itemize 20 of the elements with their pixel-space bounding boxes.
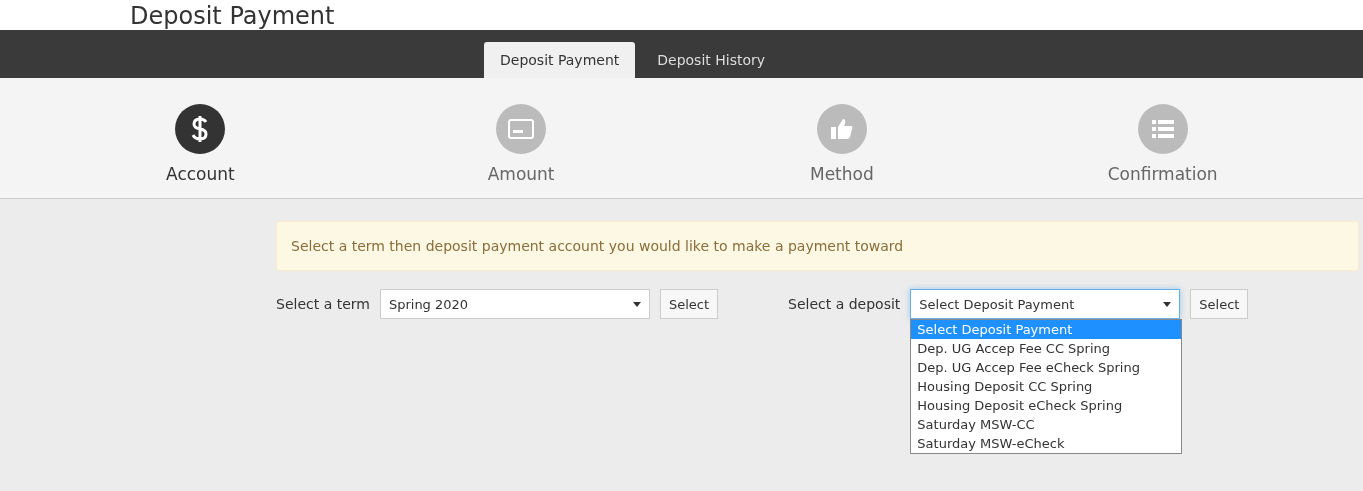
step-label: Amount xyxy=(487,164,555,184)
thumbs-up-icon xyxy=(829,118,854,140)
step-label: Method xyxy=(810,164,874,184)
alert-message: Select a term then deposit payment account you would like to make a payment toward xyxy=(276,221,1359,271)
step-label: Confirmation xyxy=(1107,164,1218,184)
deposit-label: Select a deposit xyxy=(788,296,901,312)
select-button[interactable]: Select xyxy=(659,289,719,319)
caret-icon xyxy=(632,301,641,307)
term-select[interactable]: Spring 2020 xyxy=(379,289,650,319)
card-icon xyxy=(508,119,535,139)
deposit-select[interactable]: Select Deposit Payment xyxy=(910,289,1181,319)
dollar-icon xyxy=(191,115,210,143)
select-button[interactable]: Select xyxy=(1190,289,1249,319)
step-label: Account xyxy=(166,164,235,184)
nav-tab[interactable]: Deposit Payment xyxy=(484,42,636,78)
list-icon xyxy=(1150,119,1175,139)
nav-tab[interactable]: Deposit History xyxy=(641,42,782,78)
caret-icon xyxy=(1163,301,1172,307)
page-title: Deposit Payment xyxy=(130,2,336,30)
term-label: Select a term xyxy=(276,296,370,312)
